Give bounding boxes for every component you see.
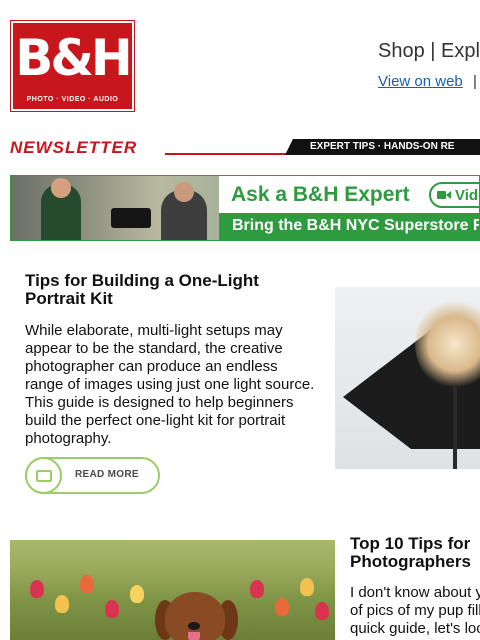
article2-body-line3: quick guide, let's loo: [350, 620, 480, 637]
article2-title-line2: Photographers: [350, 552, 471, 571]
tulip: [55, 595, 69, 613]
video-icon: [437, 191, 451, 199]
read-more-icon-circle: [25, 457, 62, 494]
header-separator: |: [472, 73, 477, 90]
tulip: [30, 580, 44, 598]
logo-mark: B&H: [15, 29, 133, 87]
view-on-web-row: View on web |: [378, 73, 480, 90]
banner-title: Ask a B&H Expert: [231, 183, 410, 206]
ask-expert-banner[interactable]: Ask a B&H Expert Video Bring the B&H NYC…: [10, 175, 480, 241]
logo-tagline: PHOTO · VIDEO · AUDIO: [26, 96, 119, 103]
video-button[interactable]: Video: [429, 182, 479, 208]
banner-camera: [111, 208, 151, 228]
dog-nose: [188, 622, 200, 630]
newsletter-label: NEWSLETTER: [10, 138, 138, 157]
light-stand: [453, 387, 457, 469]
tulip: [250, 580, 264, 598]
article1-title[interactable]: Tips for Building a One-Light Portrait K…: [25, 272, 305, 308]
bh-logo[interactable]: B&H PHOTO · VIDEO · AUDIO: [10, 20, 135, 112]
article1-body: While elaborate, multi-light setups may …: [25, 322, 315, 447]
shop-explore-links[interactable]: Shop | Expl: [378, 40, 480, 62]
tulip: [300, 578, 314, 596]
read-more-label: READ MORE: [75, 469, 139, 480]
newsletter-strip-text: EXPERT TIPS · HANDS-ON RE: [310, 141, 455, 152]
article2-body-line2: of pics of my pup fill: [350, 602, 480, 619]
tulip: [80, 575, 94, 593]
banner-person-customer-head: [174, 182, 194, 202]
banner-photo: [11, 176, 219, 240]
video-button-label: Video: [455, 187, 479, 204]
newsletter-icon: [36, 470, 52, 482]
banner-person-staff-head: [51, 178, 71, 198]
tulip: [105, 600, 119, 618]
tulip: [315, 602, 329, 620]
banner-subtitle: Bring the B&H NYC Superstore Ri: [219, 213, 479, 240]
article1-image-softbox[interactable]: [335, 287, 480, 469]
logo-background: B&H PHOTO · VIDEO · AUDIO: [13, 23, 133, 109]
tulip: [130, 585, 144, 603]
tulip: [275, 598, 289, 616]
article2-body: I don't know about y of pics of my pup f…: [350, 584, 480, 638]
view-on-web-link[interactable]: View on web: [378, 73, 463, 90]
banner-text-area: Ask a B&H Expert Video Bring the B&H NYC…: [219, 176, 479, 240]
article2-title[interactable]: Top 10 Tips for Photographers: [350, 535, 480, 571]
dog-tongue: [188, 632, 200, 640]
header-links: Shop | Expl View on web |: [378, 40, 480, 90]
article2-title-line1: Top 10 Tips for: [350, 534, 471, 553]
read-more-button[interactable]: READ MORE: [25, 457, 160, 494]
article2-body-line1: I don't know about y: [350, 584, 480, 601]
article2-image-dog-tulips[interactable]: [10, 540, 335, 640]
newsletter-bar: NEWSLETTER EXPERT TIPS · HANDS-ON RE: [10, 138, 480, 158]
